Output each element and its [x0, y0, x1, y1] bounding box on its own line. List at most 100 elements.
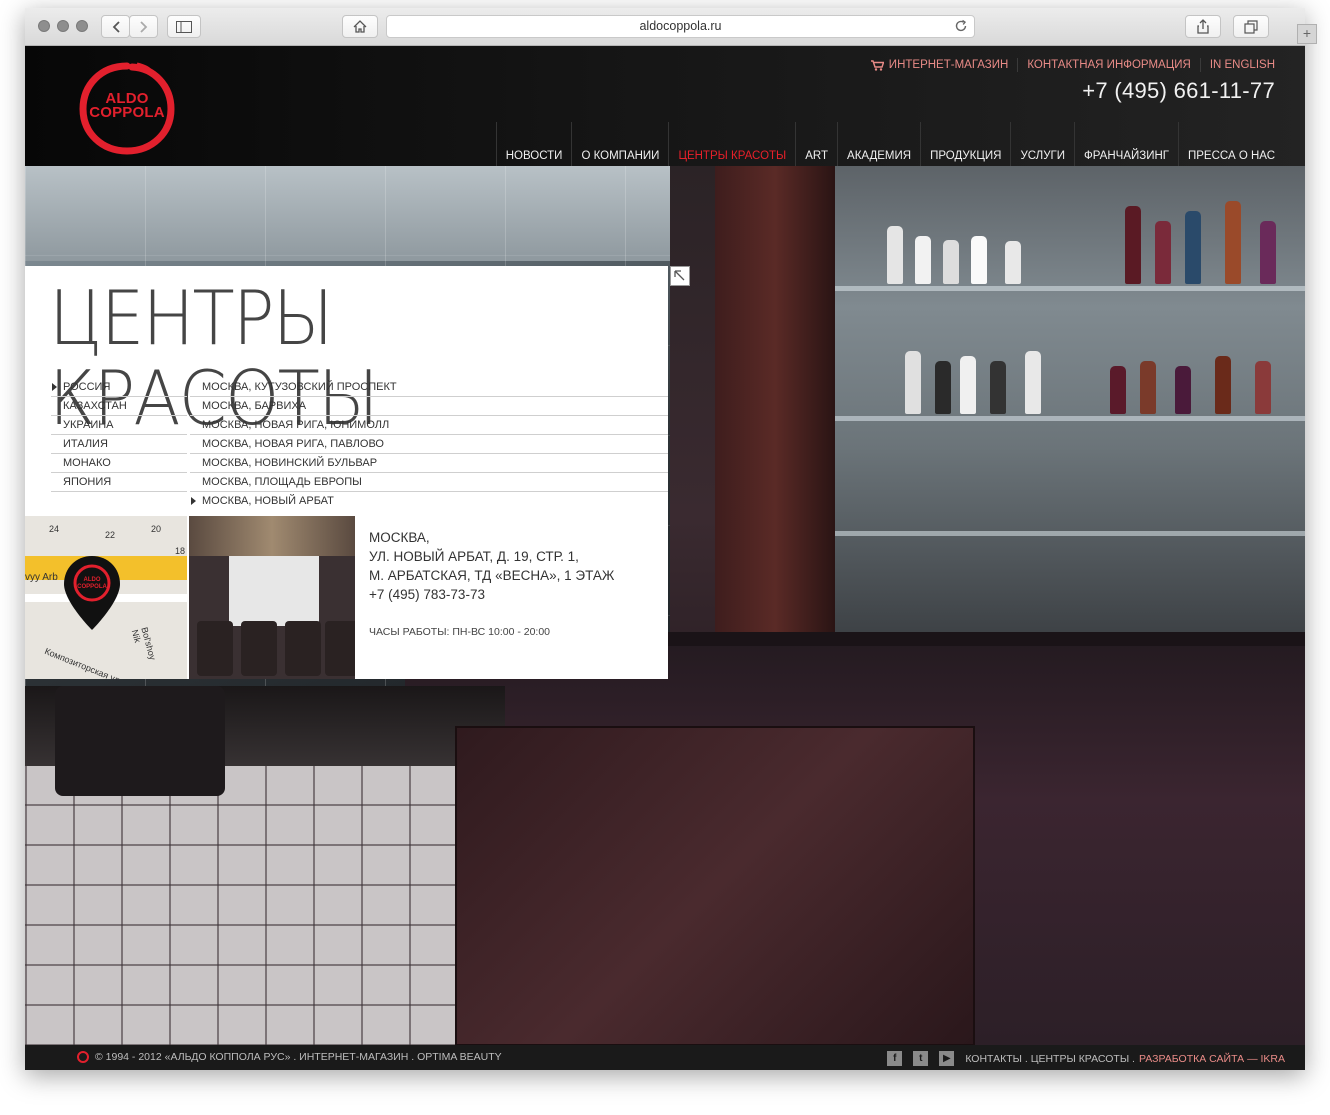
collapse-panel-button[interactable] [670, 266, 690, 286]
city-item[interactable]: МОСКВА, НОВАЯ РИГА, ЮНИМОЛЛ [190, 416, 668, 435]
map-pin-icon: ALDO COPPOLA [64, 556, 120, 630]
english-link[interactable]: IN ENGLISH [1199, 58, 1275, 72]
share-button[interactable] [1185, 15, 1221, 38]
nav-press[interactable]: ПРЕССА О НАС [1178, 122, 1285, 166]
country-item[interactable]: МОНАКО [51, 454, 187, 473]
country-item[interactable]: УКРАИНА [51, 416, 187, 435]
reload-icon[interactable] [954, 19, 968, 33]
city-item[interactable]: МОСКВА, КУТУЗОВСКИЙ ПРОСПЕКТ [190, 378, 668, 397]
glass-shelf [835, 286, 1305, 291]
top-links: ИНТЕРНЕТ-МАГАЗИН КОНТАКТНАЯ ИНФОРМАЦИЯ I… [862, 58, 1275, 72]
footer-links: f t ▶ КОНТАКТЫ . ЦЕНТРЫ КРАСОТЫ . РАЗРАБ… [887, 1051, 1285, 1066]
logo-line-coppola: COPPOLA [89, 104, 165, 121]
minimize-window-button[interactable] [57, 20, 69, 32]
opening-hours: ЧАСЫ РАБОТЫ: ПН-ВС 10:00 - 20:00 [369, 626, 551, 638]
country-item[interactable]: РОССИЯ [51, 378, 187, 397]
chevron-left-icon [112, 20, 120, 33]
address-metro: М. АРБАТСКАЯ, ТД «ВЕСНА», 1 ЭТАЖ [369, 568, 615, 583]
map-label: 24 [49, 524, 60, 534]
new-tab-button[interactable]: + [1297, 24, 1317, 44]
map-label: Композиторская ул. [43, 646, 124, 679]
city-item[interactable]: МОСКВА, НОВЫЙ АРБАТ [190, 492, 668, 511]
nav-art[interactable]: ART [795, 122, 837, 166]
country-list: РОССИЯ КАЗАХСТАН УКРАИНА ИТАЛИЯ МОНАКО Я… [51, 378, 187, 492]
nav-services[interactable]: УСЛУГИ [1010, 122, 1074, 166]
city-list: МОСКВА, КУТУЗОВСКИЙ ПРОСПЕКТ МОСКВА, БАР… [190, 378, 668, 511]
bottle [1225, 201, 1241, 284]
tabs-icon [1244, 19, 1258, 34]
nav-about[interactable]: О КОМПАНИИ [571, 122, 668, 166]
bottle [935, 361, 951, 414]
bottle [1255, 361, 1271, 414]
city-item[interactable]: МОСКВА, ПЛОЩАДЬ ЕВРОПЫ [190, 473, 668, 492]
facebook-icon[interactable]: f [887, 1051, 903, 1066]
country-item[interactable]: ЯПОНИЯ [51, 473, 187, 492]
address-bar[interactable]: aldocoppola.ru [386, 15, 975, 38]
photo-wall [189, 516, 355, 556]
nav-beauty-centers[interactable]: ЦЕНТРЫ КРАСОТЫ [668, 122, 795, 166]
country-label: РОССИЯ [63, 381, 111, 393]
salon-phone: +7 (495) 783-73-73 [369, 587, 485, 602]
home-button[interactable] [342, 15, 378, 38]
url-text: aldocoppola.ru [639, 19, 722, 33]
bottle [1025, 351, 1041, 414]
photo-shelf [229, 556, 319, 626]
city-item[interactable]: МОСКВА, НОВИНСКИЙ БУЛЬВАР [190, 454, 668, 473]
close-window-button[interactable] [38, 20, 50, 32]
sidebar-button[interactable] [167, 15, 201, 38]
country-label: МОНАКО [63, 457, 111, 469]
tiled-floor [25, 766, 505, 1045]
photo-chair [285, 621, 321, 676]
online-store-link[interactable]: ИНТЕРНЕТ-МАГАЗИН [862, 58, 1018, 72]
city-label: МОСКВА, НОВЫЙ АРБАТ [202, 495, 334, 507]
country-label: ИТАЛИЯ [63, 438, 108, 450]
nav-products[interactable]: ПРОДУКЦИЯ [920, 122, 1010, 166]
bottle [1005, 241, 1021, 284]
glass-shelf [835, 531, 1305, 536]
bottle [990, 361, 1006, 414]
salon-map[interactable]: 24 22 20 18 vyy Arb Bol'shoy Nik Компози… [25, 516, 187, 679]
city-item[interactable]: МОСКВА, БАРВИХА [190, 397, 668, 416]
tabs-button[interactable] [1233, 15, 1269, 38]
glass-shelf [835, 416, 1305, 421]
nav-news[interactable]: НОВОСТИ [495, 122, 572, 166]
footer-nav-links[interactable]: КОНТАКТЫ . ЦЕНТРЫ КРАСОТЫ . [965, 1053, 1135, 1065]
site-logo[interactable]: ALDO COPPOLA [77, 60, 177, 156]
bottle [1110, 366, 1126, 414]
city-label: МОСКВА, НОВИНСКИЙ БУЛЬВАР [202, 457, 378, 469]
youtube-icon[interactable]: ▶ [939, 1051, 955, 1066]
salon-photo[interactable] [189, 516, 355, 679]
twitter-icon[interactable]: t [913, 1051, 929, 1066]
bottle [915, 236, 931, 284]
home-icon [353, 20, 367, 33]
city-item[interactable]: МОСКВА, НОВАЯ РИГА, ПАВЛОВО [190, 435, 668, 454]
salon-address: МОСКВА, УЛ. НОВЫЙ АРБАТ, Д. 19, СТР. 1, … [369, 528, 614, 604]
forward-button[interactable] [129, 15, 158, 38]
main-nav: НОВОСТИ О КОМПАНИИ ЦЕНТРЫ КРАСОТЫ ART АК… [495, 122, 1285, 166]
zoom-window-button[interactable] [76, 20, 88, 32]
bottle [1260, 221, 1276, 284]
country-item[interactable]: ИТАЛИЯ [51, 435, 187, 454]
svg-text:COPPOLA: COPPOLA [77, 584, 107, 590]
nav-academy[interactable]: АКАДЕМИЯ [837, 122, 920, 166]
desk-front [455, 726, 975, 1045]
logo-text: ALDO COPPOLA [77, 91, 177, 121]
browser-window: aldocoppola.ru + ALDO COPPOLA ИНТЕРНЕТ-М… [25, 8, 1317, 1070]
map-label: Bol'shoy Nik [129, 626, 158, 662]
nav-franchising[interactable]: ФРАНЧАЙЗИНГ [1074, 122, 1178, 166]
contact-info-link[interactable]: КОНТАКТНАЯ ИНФОРМАЦИЯ [1017, 58, 1199, 72]
country-label: ЯПОНИЯ [63, 476, 112, 488]
back-button[interactable] [101, 15, 130, 38]
photo-chair [197, 621, 233, 676]
country-item[interactable]: КАЗАХСТАН [51, 397, 187, 416]
address-city: МОСКВА, [369, 530, 430, 545]
city-label: МОСКВА, КУТУЗОВСКИЙ ПРОСПЕКТ [202, 381, 397, 393]
browser-toolbar: aldocoppola.ru + [25, 8, 1317, 46]
sidebar-icon [176, 20, 192, 33]
map-label: 20 [151, 524, 162, 534]
bottle [960, 356, 976, 414]
selected-arrow-icon [52, 383, 57, 391]
bottle [943, 240, 959, 284]
developer-link[interactable]: РАЗРАБОТКА САЙТА — IKRA [1139, 1053, 1285, 1065]
city-label: МОСКВА, БАРВИХА [202, 400, 307, 412]
